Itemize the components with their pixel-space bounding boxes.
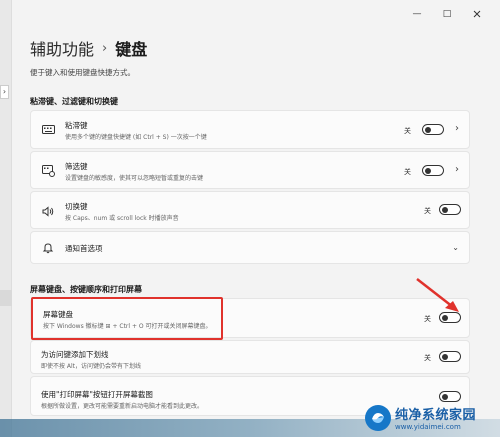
filter-keys-desc: 设置键盘的敏感度，使其可以忽略短暂或重复的击键 — [65, 175, 204, 182]
notification-prefs-title: 通知首选项 — [65, 244, 103, 253]
underline-keys-title: 为访问键添加下划线 — [41, 350, 109, 359]
watermark-url: www.yidaimei.com — [395, 423, 461, 431]
filter-keys-card[interactable]: 筛选键 设置键盘的敏感度，使其可以忽略短暂或重复的击键 关 › — [30, 151, 470, 189]
window-controls: — □ — [402, 6, 492, 22]
breadcrumb-separator: › — [102, 40, 108, 56]
speaker-icon — [41, 204, 55, 218]
sticky-keys-card[interactable]: 粘滞键 使用多个键的键盘快捷键 (如 Ctrl + S) 一次按一个键 关 › — [30, 110, 470, 149]
keyboard-icon — [41, 123, 55, 137]
toggle-keys-title: 切换键 — [65, 202, 88, 211]
chevron-right-icon[interactable]: › — [455, 123, 459, 134]
close-button[interactable] — [462, 6, 492, 22]
filter-keys-title: 筛选键 — [65, 162, 88, 171]
printscreen-title: 使用"打印屏幕"按钮打开屏幕截图 — [41, 390, 153, 399]
sticky-keys-title: 粘滞键 — [65, 121, 88, 130]
side-edge-highlight — [0, 290, 12, 306]
breadcrumb: 辅助功能 › 键盘 — [30, 36, 147, 60]
watermark-logo-icon — [365, 404, 391, 431]
watermark: 纯净系统家园 www.yidaimei.com — [365, 398, 500, 437]
maximize-button[interactable]: □ — [432, 6, 462, 22]
notification-prefs-card[interactable]: 通知首选项 ⌄ — [30, 231, 470, 264]
breadcrumb-parent[interactable]: 辅助功能 — [30, 36, 94, 60]
close-icon — [473, 10, 481, 18]
chevron-right-icon[interactable]: › — [455, 164, 459, 175]
toggle-keys-toggle[interactable] — [439, 204, 461, 215]
toggle-keys-desc: 按 Caps、num 或 scroll lock 时播放声音 — [65, 215, 179, 222]
chevron-down-icon[interactable]: ⌄ — [452, 243, 459, 252]
toggle-keys-state: 关 — [424, 207, 431, 215]
expand-nav-button[interactable]: › — [0, 85, 9, 99]
sticky-keys-toggle[interactable] — [422, 124, 444, 135]
settings-window: › — □ 辅助功能 › 键盘 便于键入和使用键盘快捷方式。 粘滞键、过滤键和切… — [0, 0, 500, 437]
filter-keys-state: 关 — [404, 168, 411, 176]
sticky-keys-state: 关 — [404, 127, 411, 135]
printscreen-desc: 根据所做设置，更改可能需要重新启动电脑才能看到此更改。 — [41, 403, 204, 410]
underline-keys-state: 关 — [424, 354, 431, 362]
underline-keys-card: 为访问键添加下划线 即使不按 Alt，访问键仍会带有下划线 关 — [30, 340, 470, 374]
toggle-keys-card: 切换键 按 Caps、num 或 scroll lock 时播放声音 关 — [30, 191, 470, 229]
section-title-sticky: 粘滞键、过滤键和切换键 — [30, 97, 118, 106]
underline-keys-desc: 即使不按 Alt，访问键仍会带有下划线 — [41, 363, 142, 370]
filter-keys-toggle[interactable] — [422, 165, 444, 176]
arrow-annotation — [416, 278, 459, 312]
page-description: 便于键入和使用键盘快捷方式。 — [30, 68, 135, 77]
section-title-osk: 屏幕键盘、按键顺序和打印屏幕 — [30, 285, 142, 294]
underline-keys-toggle[interactable] — [439, 351, 461, 362]
highlight-box — [31, 297, 223, 340]
sticky-keys-desc: 使用多个键的键盘快捷键 (如 Ctrl + S) 一次按一个键 — [65, 134, 207, 141]
watermark-title: 纯净系统家园 — [395, 408, 477, 423]
minimize-button[interactable]: — — [402, 6, 432, 22]
side-edge — [0, 0, 12, 437]
filter-keyboard-icon — [41, 164, 55, 178]
page-title: 键盘 — [115, 40, 148, 59]
bell-icon — [41, 241, 55, 255]
